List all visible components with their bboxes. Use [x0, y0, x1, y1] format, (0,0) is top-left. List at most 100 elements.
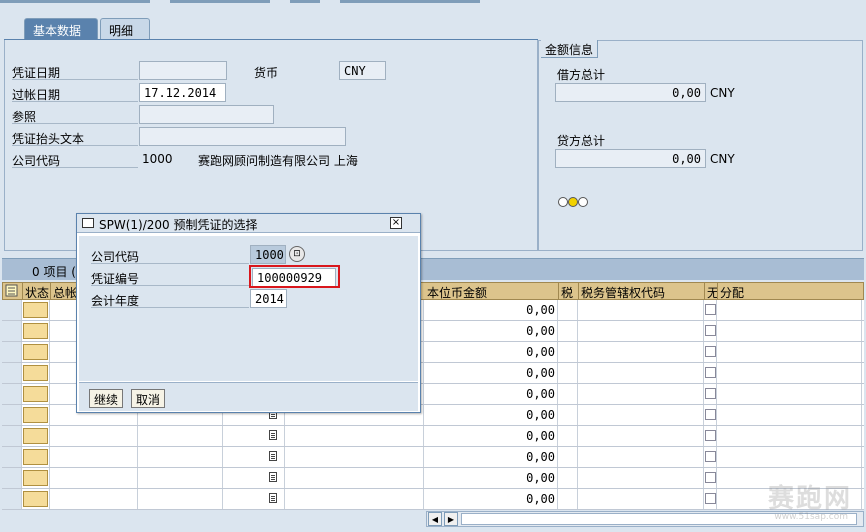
tax-cell[interactable]: [558, 363, 578, 383]
amount-cell[interactable]: 0,00: [424, 426, 558, 446]
checkbox[interactable]: [705, 493, 716, 504]
tax-cell[interactable]: [558, 447, 578, 467]
tax-cell[interactable]: [558, 342, 578, 362]
checkbox[interactable]: [705, 325, 716, 336]
assignment-cell[interactable]: [717, 426, 862, 446]
text-cell[interactable]: [223, 426, 285, 446]
scroll-right-icon[interactable]: ▶: [444, 512, 458, 526]
tax-jur-cell[interactable]: [578, 321, 704, 341]
status-cell[interactable]: [22, 342, 50, 362]
tax-cell[interactable]: [558, 384, 578, 404]
status-box[interactable]: [23, 386, 48, 402]
none-cell[interactable]: [704, 321, 717, 341]
status-cell[interactable]: [22, 489, 50, 509]
amount-doc-cell[interactable]: [285, 426, 424, 446]
status-box[interactable]: [23, 407, 48, 423]
checkbox[interactable]: [705, 409, 716, 420]
tax-jur-cell[interactable]: [578, 300, 704, 320]
table-row[interactable]: 0,00: [2, 426, 864, 447]
amount-cell[interactable]: 0,00: [424, 384, 558, 404]
none-cell[interactable]: [704, 426, 717, 446]
status-box[interactable]: [23, 428, 48, 444]
tax-cell[interactable]: [558, 300, 578, 320]
checkbox[interactable]: [705, 388, 716, 399]
none-cell[interactable]: [704, 363, 717, 383]
status-box[interactable]: [23, 323, 48, 339]
dlg-company-code-field[interactable]: 1000: [250, 245, 286, 264]
gl-account-cell[interactable]: [50, 468, 138, 488]
row-selector[interactable]: [2, 468, 22, 488]
short-text-cell[interactable]: [138, 489, 223, 509]
checkbox[interactable]: [705, 451, 716, 462]
amount-cell[interactable]: 0,00: [424, 468, 558, 488]
continue-button[interactable]: 继续: [89, 389, 124, 408]
long-text-icon[interactable]: [269, 451, 277, 461]
doc-date-field[interactable]: [139, 61, 227, 80]
checkbox[interactable]: [705, 346, 716, 357]
col-none[interactable]: 无: [705, 283, 718, 300]
amount-cell[interactable]: 0,00: [424, 342, 558, 362]
tax-jur-cell[interactable]: [578, 363, 704, 383]
amount-doc-cell[interactable]: [285, 489, 424, 509]
col-assignment[interactable]: 分配: [718, 283, 863, 300]
row-selector[interactable]: [2, 426, 22, 446]
table-row[interactable]: 0,00: [2, 447, 864, 468]
table-row[interactable]: 0,00: [2, 489, 864, 510]
table-settings-icon[interactable]: [3, 283, 23, 300]
short-text-cell[interactable]: [138, 447, 223, 467]
amount-doc-cell[interactable]: [285, 468, 424, 488]
status-box[interactable]: [23, 491, 48, 507]
none-cell[interactable]: [704, 405, 717, 425]
amount-cell[interactable]: 0,00: [424, 489, 558, 509]
amount-cell[interactable]: 0,00: [424, 300, 558, 320]
row-selector[interactable]: [2, 363, 22, 383]
amount-cell[interactable]: 0,00: [424, 447, 558, 467]
tax-jur-cell[interactable]: [578, 426, 704, 446]
tab-details[interactable]: 明细: [100, 18, 150, 39]
col-local-amount[interactable]: 本位币金额: [425, 283, 559, 300]
long-text-icon[interactable]: [269, 493, 277, 503]
tax-jur-cell[interactable]: [578, 384, 704, 404]
long-text-icon[interactable]: [269, 430, 277, 440]
col-tax-jurisdiction[interactable]: 税务管辖权代码: [579, 283, 705, 300]
assignment-cell[interactable]: [717, 342, 862, 362]
amount-doc-cell[interactable]: [285, 447, 424, 467]
status-box[interactable]: [23, 365, 48, 381]
text-cell[interactable]: [223, 489, 285, 509]
none-cell[interactable]: [704, 342, 717, 362]
amount-cell[interactable]: 0,00: [424, 405, 558, 425]
status-cell[interactable]: [22, 363, 50, 383]
none-cell[interactable]: [704, 468, 717, 488]
short-text-cell[interactable]: [138, 468, 223, 488]
currency-field[interactable]: CNY: [339, 61, 386, 80]
amount-cell[interactable]: 0,00: [424, 363, 558, 383]
checkbox[interactable]: [705, 430, 716, 441]
row-selector[interactable]: [2, 489, 22, 509]
tab-basic-data[interactable]: 基本数据: [24, 18, 98, 39]
row-selector[interactable]: [2, 405, 22, 425]
status-box[interactable]: [23, 470, 48, 486]
tax-cell[interactable]: [558, 489, 578, 509]
cancel-button[interactable]: 取消: [131, 389, 166, 408]
status-box[interactable]: [23, 449, 48, 465]
none-cell[interactable]: [704, 447, 717, 467]
status-cell[interactable]: [22, 426, 50, 446]
post-date-field[interactable]: 17.12.2014: [139, 83, 226, 102]
gl-account-cell[interactable]: [50, 447, 138, 467]
row-selector[interactable]: [2, 384, 22, 404]
gl-account-cell[interactable]: [50, 489, 138, 509]
table-row[interactable]: 0,00: [2, 468, 864, 489]
lookup-icon[interactable]: ⊡: [289, 246, 305, 262]
status-cell[interactable]: [22, 447, 50, 467]
tax-cell[interactable]: [558, 426, 578, 446]
header-text-field[interactable]: [139, 127, 346, 146]
checkbox[interactable]: [705, 304, 716, 315]
status-cell[interactable]: [22, 468, 50, 488]
tax-cell[interactable]: [558, 321, 578, 341]
row-selector[interactable]: [2, 342, 22, 362]
tax-jur-cell[interactable]: [578, 468, 704, 488]
status-cell[interactable]: [22, 405, 50, 425]
assignment-cell[interactable]: [717, 321, 862, 341]
row-selector[interactable]: [2, 447, 22, 467]
none-cell[interactable]: [704, 489, 717, 509]
